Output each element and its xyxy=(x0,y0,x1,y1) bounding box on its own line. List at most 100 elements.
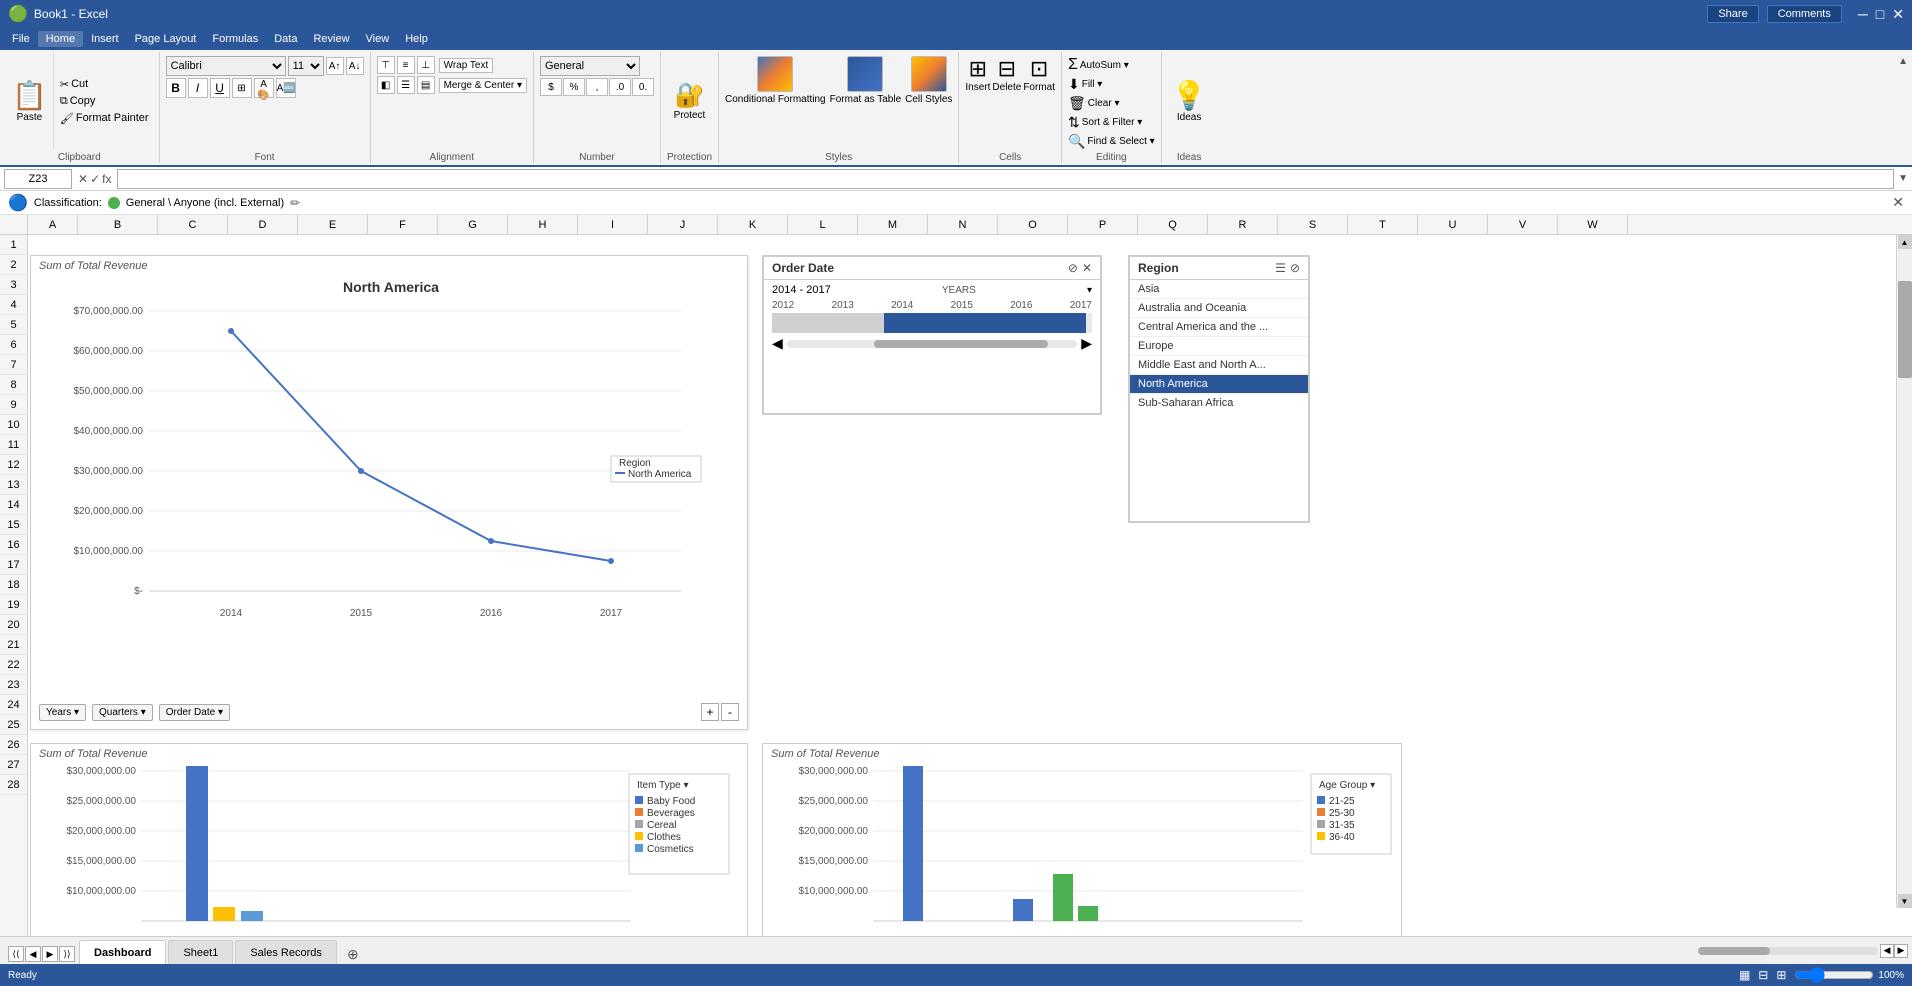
col-header-r[interactable]: R xyxy=(1208,215,1278,235)
years-filter-button[interactable]: Years ▾ xyxy=(39,704,86,721)
region-item-sub-saharan[interactable]: Sub-Saharan Africa xyxy=(1130,394,1308,412)
horizontal-scrollbar[interactable] xyxy=(1698,947,1878,955)
col-header-c[interactable]: C xyxy=(158,215,228,235)
timeline-bar[interactable] xyxy=(772,313,1092,333)
bar-chart1-container[interactable]: Sum of Total Revenue $30,000,000.00 $25,… xyxy=(30,743,748,936)
sort-filter-button[interactable]: ⇅ Sort & Filter ▾ xyxy=(1068,114,1155,131)
region-item-central-america[interactable]: Central America and the ... xyxy=(1130,318,1308,337)
align-center-button[interactable]: ☰ xyxy=(397,76,415,94)
col-header-a[interactable]: A xyxy=(28,215,78,235)
tab-dashboard[interactable]: Dashboard xyxy=(79,940,166,964)
horiz-scroll-left[interactable]: ◀ xyxy=(1880,944,1894,958)
region-clear-filter-icon[interactable]: ⊘ xyxy=(1290,261,1300,275)
scroll-down-button[interactable]: ▼ xyxy=(1898,894,1912,908)
order-date-filter-button[interactable]: Order Date ▾ xyxy=(159,704,230,721)
col-header-s[interactable]: S xyxy=(1278,215,1348,235)
formula-input[interactable] xyxy=(117,169,1894,189)
normal-view-button[interactable]: ▦ xyxy=(1739,968,1750,982)
align-top-button[interactable]: ⊤ xyxy=(377,56,395,74)
years-dropdown-icon[interactable]: ▾ xyxy=(1087,285,1092,296)
conditional-formatting-button[interactable]: Conditional Formatting xyxy=(725,56,826,106)
tab-sheet1[interactable]: Sheet1 xyxy=(168,940,233,964)
clear-button[interactable]: 🗑 Clear ▾ xyxy=(1068,95,1155,112)
delete-button[interactable]: ⊟ Delete xyxy=(992,56,1021,93)
scroll-thumb[interactable] xyxy=(1898,281,1912,378)
font-size-select[interactable]: 11 xyxy=(288,56,324,76)
comments-button[interactable]: Comments xyxy=(1767,5,1842,23)
confirm-formula-button[interactable]: ✓ xyxy=(90,172,100,186)
paste-button[interactable]: 📋 Paste xyxy=(6,52,54,150)
horiz-scroll-right[interactable]: ▶ xyxy=(1894,944,1908,958)
menu-data[interactable]: Data xyxy=(266,31,305,47)
cut-button[interactable]: ✂ Cut xyxy=(58,77,151,92)
font-color-button[interactable]: A🔤 xyxy=(276,78,296,98)
region-item-middle-east[interactable]: Middle East and North A... xyxy=(1130,356,1308,375)
col-header-f[interactable]: F xyxy=(368,215,438,235)
region-multiselect-icon[interactable]: ☰ xyxy=(1275,261,1286,275)
find-select-button[interactable]: 🔍 Find & Select ▾ xyxy=(1068,133,1155,150)
menu-file[interactable]: File xyxy=(4,31,38,47)
comma-button[interactable]: , xyxy=(586,78,608,96)
underline-button[interactable]: U xyxy=(210,78,230,98)
menu-view[interactable]: View xyxy=(358,31,398,47)
col-header-t[interactable]: T xyxy=(1348,215,1418,235)
menu-review[interactable]: Review xyxy=(305,31,357,47)
bold-button[interactable]: B xyxy=(166,78,186,98)
col-header-i[interactable]: I xyxy=(578,215,648,235)
col-header-v[interactable]: V xyxy=(1488,215,1558,235)
col-header-u[interactable]: U xyxy=(1418,215,1488,235)
scroll-up-button[interactable]: ▲ xyxy=(1898,235,1912,249)
font-family-select[interactable]: Calibri xyxy=(166,56,286,76)
sheet-next-button[interactable]: ▶ xyxy=(42,946,58,962)
percent-button[interactable]: % xyxy=(563,78,585,96)
classification-edit-icon[interactable]: ✏ xyxy=(290,196,300,210)
increase-decimal-button[interactable]: .0 xyxy=(609,78,631,96)
sheet-last-button[interactable]: ⟩⟩ xyxy=(59,946,75,962)
order-date-slicer[interactable]: Order Date ⊘ ✕ 2014 - 2017 YEARS ▾ 2012 … xyxy=(762,255,1102,415)
align-left-button[interactable]: ◧ xyxy=(377,76,395,94)
region-item-north-america[interactable]: North America xyxy=(1130,375,1308,394)
col-header-n[interactable]: N xyxy=(928,215,998,235)
wrap-text-button[interactable]: Wrap Text xyxy=(439,58,494,73)
italic-button[interactable]: I xyxy=(188,78,208,98)
timeline-prev[interactable]: ◀ xyxy=(772,335,783,352)
menu-home[interactable]: Home xyxy=(38,31,83,47)
format-painter-button[interactable]: 🖌 Format Painter xyxy=(58,111,151,126)
minimize-button[interactable]: ─ xyxy=(1858,6,1868,22)
horiz-scroll-thumb[interactable] xyxy=(1698,947,1770,955)
bar-chart2-container[interactable]: Sum of Total Revenue $30,000,000.00 $25,… xyxy=(762,743,1402,936)
col-header-j[interactable]: J xyxy=(648,215,718,235)
classification-close-icon[interactable]: ✕ xyxy=(1892,194,1904,211)
share-button[interactable]: Share xyxy=(1707,5,1758,23)
border-button[interactable]: ⊞ xyxy=(232,78,252,98)
number-format-select[interactable]: General xyxy=(540,56,640,76)
sheet-first-button[interactable]: ⟨⟨ xyxy=(8,946,24,962)
quarters-filter-button[interactable]: Quarters ▾ xyxy=(92,704,153,721)
fill-button[interactable]: ⬇ Fill ▾ xyxy=(1068,76,1155,93)
format-button[interactable]: ⊡ Format xyxy=(1023,56,1055,93)
align-right-button[interactable]: ▤ xyxy=(417,76,435,94)
line-chart-container[interactable]: Sum of Total Revenue North America $70,0… xyxy=(30,255,748,730)
vertical-scrollbar[interactable]: ▲ ▼ xyxy=(1896,235,1912,908)
region-item-europe[interactable]: Europe xyxy=(1130,337,1308,356)
menu-formulas[interactable]: Formulas xyxy=(204,31,266,47)
col-header-e[interactable]: E xyxy=(298,215,368,235)
ideas-button[interactable]: 💡 Ideas xyxy=(1172,79,1207,123)
sheet-prev-button[interactable]: ◀ xyxy=(25,946,41,962)
font-increase-button[interactable]: A↑ xyxy=(326,57,344,75)
name-box[interactable] xyxy=(4,169,72,189)
formula-bar-expand[interactable]: ▼ xyxy=(1898,173,1908,184)
currency-button[interactable]: $ xyxy=(540,78,562,96)
add-sheet-button[interactable]: ⊕ xyxy=(343,944,363,964)
menu-help[interactable]: Help xyxy=(397,31,436,47)
col-header-q[interactable]: Q xyxy=(1138,215,1208,235)
maximize-button[interactable]: □ xyxy=(1876,6,1884,22)
fill-color-button[interactable]: A🎨 xyxy=(254,78,274,98)
timeline-scroll[interactable] xyxy=(787,340,1077,348)
protect-button[interactable]: 🔐 Protect xyxy=(674,81,706,121)
cancel-formula-button[interactable]: ✕ xyxy=(78,172,88,186)
menu-page-layout[interactable]: Page Layout xyxy=(127,31,205,47)
font-decrease-button[interactable]: A↓ xyxy=(346,57,364,75)
col-header-b[interactable]: B xyxy=(78,215,158,235)
tab-sales-records[interactable]: Sales Records xyxy=(235,940,337,964)
